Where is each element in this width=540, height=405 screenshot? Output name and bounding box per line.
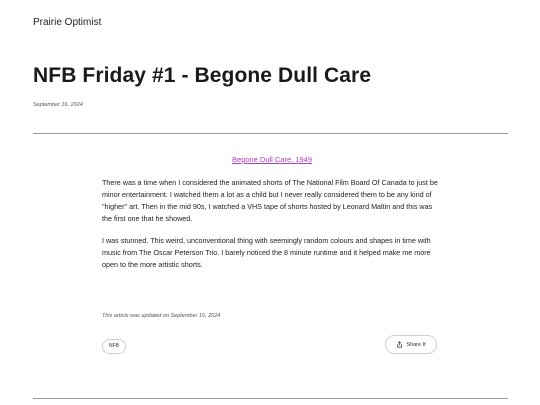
article-paragraph-1: There was a time when I considered the a… [102,178,438,223]
article-paragraph-2: I was stunned. This weird, unconventiona… [102,236,431,269]
bottom-divider [33,398,508,399]
share-button-label: Share It [406,341,426,348]
tag-nfb[interactable]: NFB [102,339,126,354]
post-date: September 16, 2024 [33,102,83,108]
top-divider [33,133,508,134]
updated-note: This article was updated on September 16… [102,313,221,319]
share-icon [396,341,403,348]
share-button[interactable]: Share It [385,335,437,354]
post-title: NFB Friday #1 - Begone Dull Care [33,64,372,87]
video-link[interactable]: Begone Dull Care, 1949 [102,155,442,164]
site-title-link[interactable]: Prairie Optimist [33,17,101,28]
article-body: Begone Dull Care, 1949 There was a time … [102,155,442,281]
